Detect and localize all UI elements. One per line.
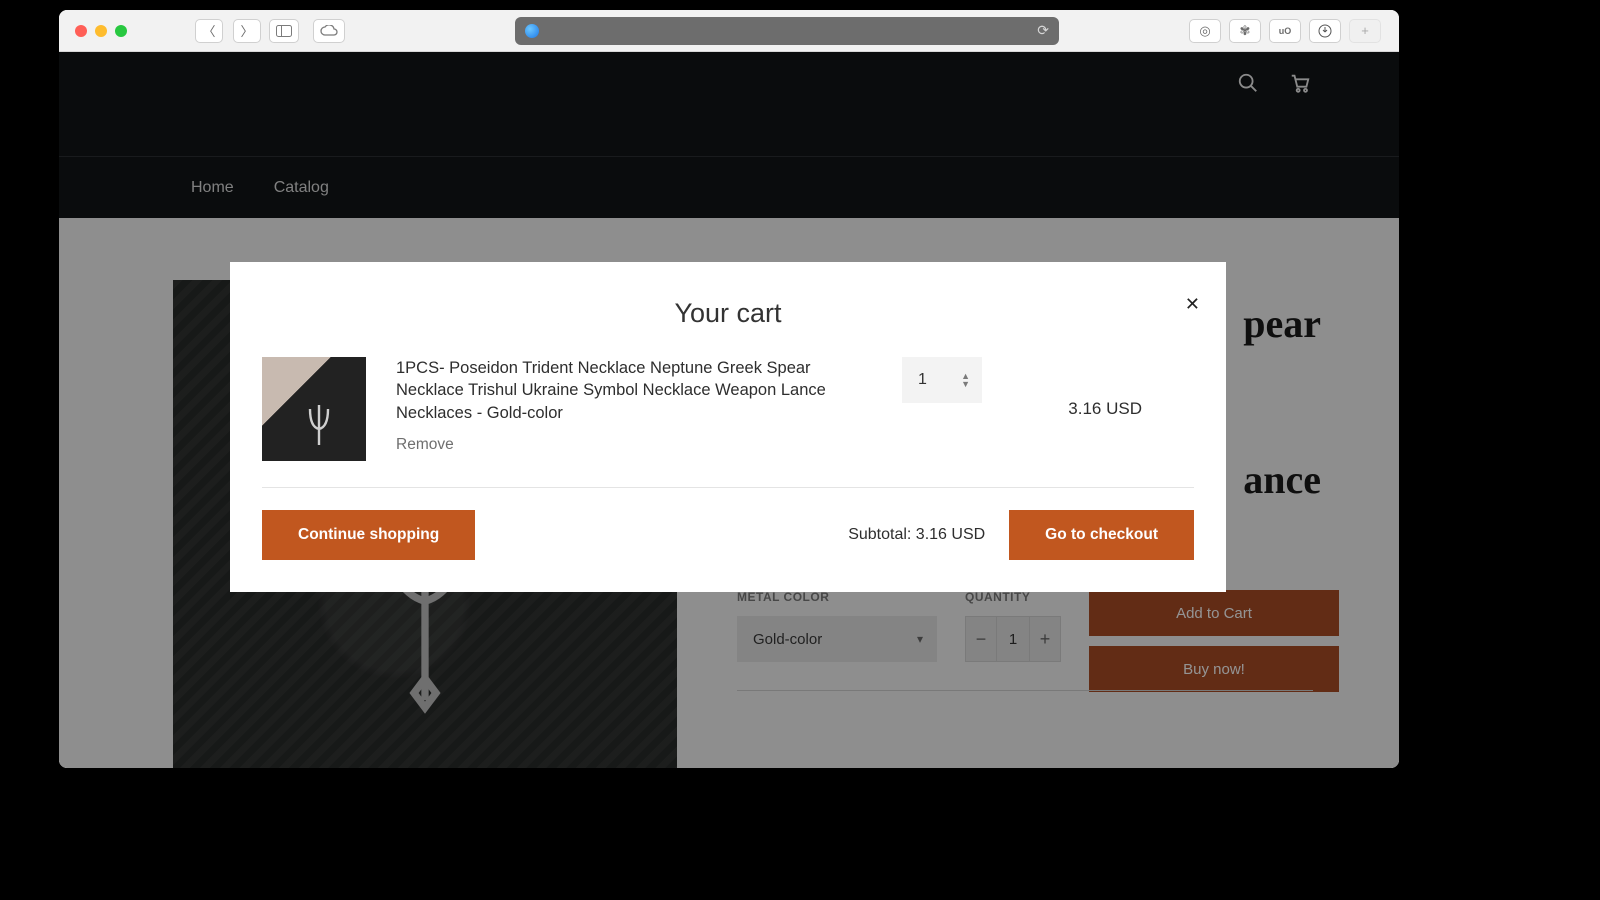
cloud-tabs-icon[interactable] [313, 19, 345, 43]
maximize-window-icon[interactable] [115, 25, 127, 37]
cart-item-thumb [262, 357, 366, 461]
subtotal-value: 3.16 USD [916, 526, 985, 543]
nav-buttons: 〈 〉 [195, 19, 261, 43]
cart-item-row: 1PCS- Poseidon Trident Necklace Neptune … [262, 357, 1194, 488]
traffic-lights [75, 25, 127, 37]
extension-icon-1[interactable]: ◎ [1189, 19, 1221, 43]
sidebar-toggle-icon[interactable] [269, 19, 299, 43]
address-bar[interactable]: ⟳ [515, 17, 1059, 45]
extension-icon-2[interactable]: ✾ [1229, 19, 1261, 43]
close-icon[interactable]: ✕ [1185, 294, 1200, 315]
site-globe-icon [525, 24, 539, 38]
browser-window: 〈 〉 ⟳ ◎ ✾ uO + [59, 10, 1399, 768]
view-buttons [269, 19, 345, 43]
close-window-icon[interactable] [75, 25, 87, 37]
go-to-checkout-button[interactable]: Go to checkout [1009, 510, 1194, 560]
remove-item-button[interactable]: Remove [396, 436, 454, 454]
qty-spinner-icon[interactable]: ▲▼ [961, 372, 970, 388]
new-tab-button[interactable]: + [1349, 19, 1381, 43]
continue-shopping-button[interactable]: Continue shopping [262, 510, 475, 560]
downloads-icon[interactable] [1309, 19, 1341, 43]
frame-shadow-bottom [0, 886, 1600, 900]
cart-item-qty-input[interactable] [902, 357, 982, 403]
reload-icon[interactable]: ⟳ [1037, 22, 1049, 39]
forward-button[interactable]: 〉 [233, 19, 261, 43]
cart-item-qty: ▲▼ [902, 357, 982, 403]
minimize-window-icon[interactable] [95, 25, 107, 37]
cart-item-price: 3.16 USD [1068, 399, 1194, 419]
titlebar: 〈 〉 ⟳ ◎ ✾ uO + [59, 10, 1399, 52]
extension-icon-3[interactable]: uO [1269, 19, 1301, 43]
cart-subtotal: Subtotal: 3.16 USD [848, 526, 985, 544]
subtotal-label: Subtotal: [848, 526, 916, 543]
back-button[interactable]: 〈 [195, 19, 223, 43]
cart-item-title: 1PCS- Poseidon Trident Necklace Neptune … [396, 357, 856, 424]
cart-title: Your cart [262, 298, 1194, 329]
cart-modal: Your cart ✕ 1PCS- Poseidon Trident Neckl… [230, 262, 1226, 592]
extension-buttons: ◎ ✾ uO + [1189, 19, 1381, 43]
